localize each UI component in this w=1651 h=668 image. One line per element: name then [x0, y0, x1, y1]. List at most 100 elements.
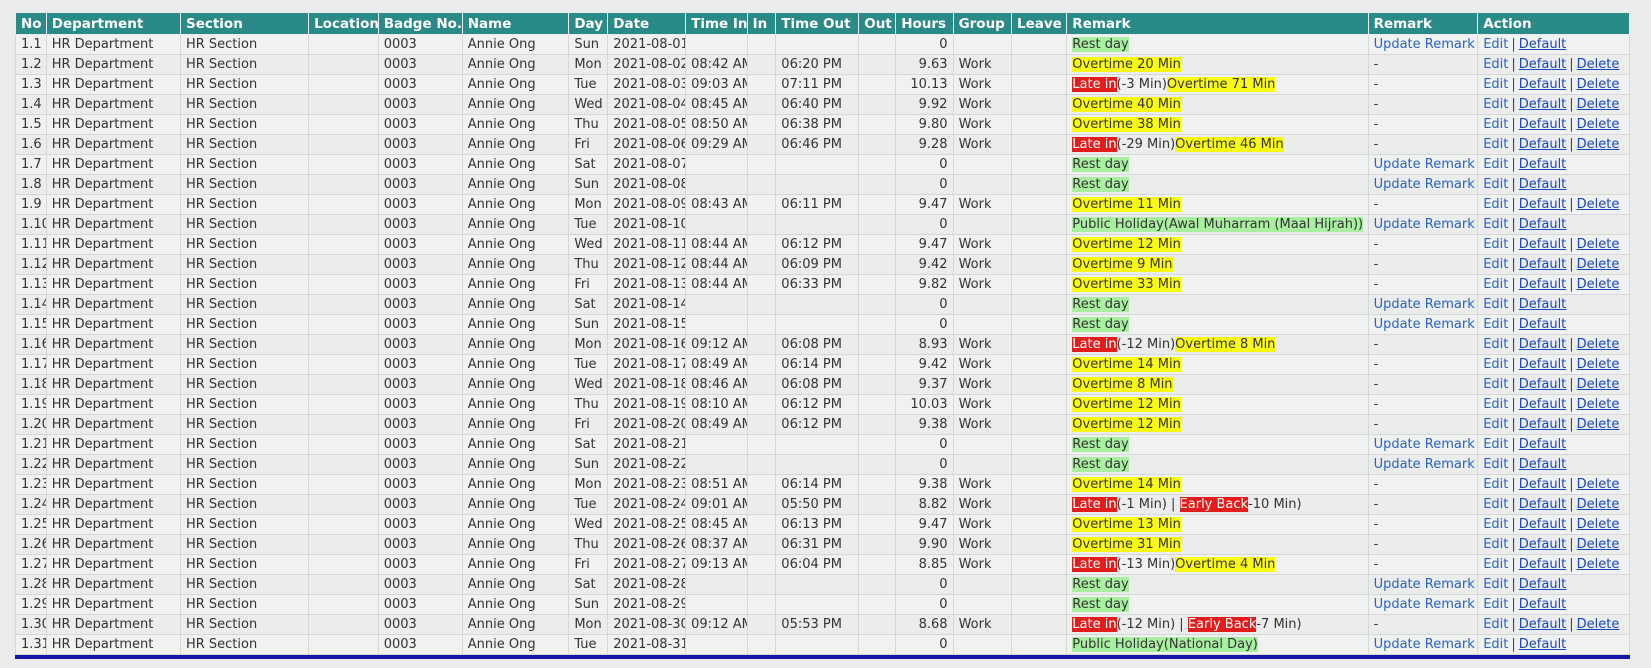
default-link[interactable]: Default	[1519, 217, 1567, 232]
cell-group: Work	[952, 94, 1012, 115]
default-link[interactable]: Default	[1519, 417, 1567, 432]
cell-hours: 0	[895, 454, 954, 475]
default-link[interactable]: Default	[1519, 237, 1567, 252]
default-link[interactable]: Default	[1519, 57, 1567, 72]
default-link[interactable]: Default	[1519, 537, 1567, 552]
delete-link[interactable]: Delete	[1577, 397, 1620, 412]
edit-link[interactable]: Edit	[1483, 437, 1508, 452]
default-link[interactable]: Default	[1519, 297, 1567, 312]
delete-link[interactable]: Delete	[1577, 537, 1620, 552]
default-link[interactable]: Default	[1519, 377, 1567, 392]
delete-link[interactable]: Delete	[1577, 337, 1620, 352]
default-link[interactable]: Default	[1519, 397, 1567, 412]
edit-link[interactable]: Edit	[1483, 537, 1508, 552]
default-link[interactable]: Default	[1519, 637, 1567, 652]
update-remark-link[interactable]: Update Remark	[1374, 317, 1475, 332]
cell-remark-2: -	[1367, 254, 1479, 275]
default-link[interactable]: Default	[1519, 497, 1567, 512]
edit-link[interactable]: Edit	[1483, 277, 1508, 292]
delete-link[interactable]: Delete	[1577, 77, 1620, 92]
delete-link[interactable]: Delete	[1577, 617, 1620, 632]
delete-link[interactable]: Delete	[1577, 197, 1620, 212]
delete-link[interactable]: Delete	[1577, 97, 1620, 112]
delete-link[interactable]: Delete	[1577, 357, 1620, 372]
update-remark-link[interactable]: Update Remark	[1374, 457, 1475, 472]
default-link[interactable]: Default	[1519, 197, 1567, 212]
cell-no: 1.16	[15, 334, 47, 355]
default-link[interactable]: Default	[1519, 457, 1567, 472]
default-link[interactable]: Default	[1519, 157, 1567, 172]
edit-link[interactable]: Edit	[1483, 317, 1508, 332]
default-link[interactable]: Default	[1519, 437, 1567, 452]
cell-group: Work	[952, 534, 1012, 555]
default-link[interactable]: Default	[1519, 597, 1567, 612]
edit-link[interactable]: Edit	[1483, 297, 1508, 312]
default-link[interactable]: Default	[1519, 177, 1567, 192]
edit-link[interactable]: Edit	[1483, 117, 1508, 132]
edit-link[interactable]: Edit	[1483, 237, 1508, 252]
edit-link[interactable]: Edit	[1483, 457, 1508, 472]
delete-link[interactable]: Delete	[1577, 417, 1620, 432]
update-remark-link[interactable]: Update Remark	[1374, 577, 1475, 592]
cell-badge: 0003	[377, 134, 463, 155]
delete-link[interactable]: Delete	[1577, 497, 1620, 512]
edit-link[interactable]: Edit	[1483, 37, 1508, 52]
default-link[interactable]: Default	[1519, 137, 1567, 152]
default-link[interactable]: Default	[1519, 517, 1567, 532]
edit-link[interactable]: Edit	[1483, 477, 1508, 492]
edit-link[interactable]: Edit	[1483, 397, 1508, 412]
default-link[interactable]: Default	[1519, 337, 1567, 352]
edit-link[interactable]: Edit	[1483, 77, 1508, 92]
default-link[interactable]: Default	[1519, 37, 1567, 52]
default-link[interactable]: Default	[1519, 557, 1567, 572]
edit-link[interactable]: Edit	[1483, 137, 1508, 152]
delete-link[interactable]: Delete	[1577, 377, 1620, 392]
update-remark-link[interactable]: Update Remark	[1374, 637, 1475, 652]
edit-link[interactable]: Edit	[1483, 197, 1508, 212]
edit-link[interactable]: Edit	[1483, 57, 1508, 72]
delete-link[interactable]: Delete	[1577, 517, 1620, 532]
edit-link[interactable]: Edit	[1483, 517, 1508, 532]
update-remark-link[interactable]: Update Remark	[1374, 37, 1475, 52]
default-link[interactable]: Default	[1519, 277, 1567, 292]
edit-link[interactable]: Edit	[1483, 617, 1508, 632]
edit-link[interactable]: Edit	[1483, 417, 1508, 432]
default-link[interactable]: Default	[1519, 97, 1567, 112]
edit-link[interactable]: Edit	[1483, 357, 1508, 372]
default-link[interactable]: Default	[1519, 357, 1567, 372]
delete-link[interactable]: Delete	[1577, 237, 1620, 252]
delete-link[interactable]: Delete	[1577, 557, 1620, 572]
update-remark-link[interactable]: Update Remark	[1374, 437, 1475, 452]
default-link[interactable]: Default	[1519, 77, 1567, 92]
edit-link[interactable]: Edit	[1483, 337, 1508, 352]
edit-link[interactable]: Edit	[1483, 257, 1508, 272]
edit-link[interactable]: Edit	[1483, 377, 1508, 392]
delete-link[interactable]: Delete	[1577, 57, 1620, 72]
edit-link[interactable]: Edit	[1483, 177, 1508, 192]
edit-link[interactable]: Edit	[1483, 577, 1508, 592]
delete-link[interactable]: Delete	[1577, 257, 1620, 272]
edit-link[interactable]: Edit	[1483, 637, 1508, 652]
default-link[interactable]: Default	[1519, 117, 1567, 132]
edit-link[interactable]: Edit	[1483, 497, 1508, 512]
default-link[interactable]: Default	[1519, 477, 1567, 492]
update-remark-link[interactable]: Update Remark	[1374, 597, 1475, 612]
default-link[interactable]: Default	[1519, 617, 1567, 632]
default-link[interactable]: Default	[1519, 257, 1567, 272]
delete-link[interactable]: Delete	[1577, 117, 1620, 132]
edit-link[interactable]: Edit	[1483, 597, 1508, 612]
edit-link[interactable]: Edit	[1483, 157, 1508, 172]
edit-link[interactable]: Edit	[1483, 217, 1508, 232]
edit-link[interactable]: Edit	[1483, 557, 1508, 572]
delete-link[interactable]: Delete	[1577, 477, 1620, 492]
edit-link[interactable]: Edit	[1483, 97, 1508, 112]
update-remark-link[interactable]: Update Remark	[1374, 157, 1475, 172]
default-link[interactable]: Default	[1519, 577, 1567, 592]
default-link[interactable]: Default	[1519, 317, 1567, 332]
delete-link[interactable]: Delete	[1577, 137, 1620, 152]
update-remark-link[interactable]: Update Remark	[1374, 177, 1475, 192]
delete-link[interactable]: Delete	[1577, 277, 1620, 292]
cell-section: HR Section	[179, 94, 310, 115]
update-remark-link[interactable]: Update Remark	[1374, 297, 1475, 312]
update-remark-link[interactable]: Update Remark	[1374, 217, 1475, 232]
